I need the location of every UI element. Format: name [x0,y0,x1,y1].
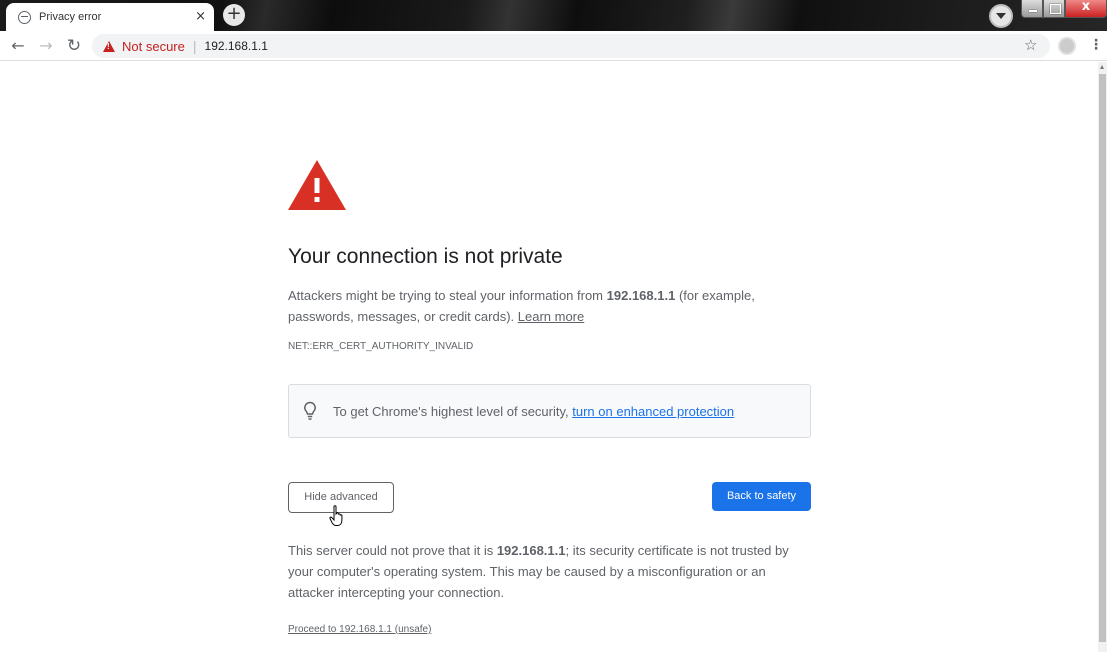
title-bar: Privacy error × + x [0,0,1107,31]
error-code[interactable]: NET::ERR_CERT_AUTHORITY_INVALID [288,341,473,352]
enhanced-protection-link[interactable]: turn on enhanced protection [572,404,734,419]
tab-search-button[interactable] [989,4,1013,28]
warning-triangle-icon[interactable] [103,40,115,52]
security-indicator[interactable]: Not secure [122,39,185,54]
new-tab-button[interactable]: + [223,4,245,26]
main-explanation: Attackers might be trying to steal your … [288,285,812,327]
details-host: 192.168.1.1 [496,543,566,558]
separator: | [192,38,197,54]
url-text[interactable]: 192.168.1.1 [205,39,268,53]
scroll-up-icon[interactable] [1100,65,1104,69]
browser-toolbar: ← → ↻ Not secure | 192.168.1.1 ☆ ⋮ [0,31,1107,61]
enhanced-protection-prefix: To get Chrome's highest level of securit… [333,403,573,419]
learn-more-link[interactable]: Learn more [518,309,584,324]
scrollbar[interactable] [1098,62,1107,652]
close-icon: x [1081,0,1091,14]
enhanced-protection-box: To get Chrome's highest level of securit… [288,384,811,438]
page-title: Your connection is not private [288,245,563,268]
forward-arrow-icon[interactable]: → [36,36,56,56]
minimize-button[interactable] [1021,0,1043,18]
maximize-button[interactable] [1043,0,1065,18]
warning-triangle-icon [288,160,346,210]
close-window-button[interactable]: x [1065,0,1107,18]
scrollbar-thumb[interactable] [1099,74,1106,642]
back-to-safety-button[interactable]: Back to safety [712,482,811,511]
tab-privacy-error[interactable]: Privacy error × [6,3,214,31]
menu-dots-icon[interactable]: ⋮ [1089,37,1103,53]
bookmark-star-icon[interactable]: ☆ [1024,36,1037,54]
tab-title: Privacy error [39,11,102,23]
address-bar[interactable]: Not secure | 192.168.1.1 [92,34,1050,58]
lightbulb-icon [304,401,316,420]
reload-icon[interactable]: ↻ [64,36,84,56]
advanced-details: This server could not prove that it is 1… [288,540,812,603]
back-arrow-icon[interactable]: ← [8,36,28,56]
tab-close-icon[interactable]: × [195,9,206,24]
hand-cursor-icon [329,505,343,526]
enhanced-protection-text: To get Chrome's highest level of securit… [333,404,734,419]
profile-avatar[interactable] [1058,37,1076,55]
details-prefix: This server could not prove that it is [288,543,497,558]
explanation-host: 192.168.1.1 [606,288,676,303]
explanation-prefix: Attackers might be trying to steal your … [288,288,607,303]
globe-icon [18,10,31,24]
proceed-unsafe-link[interactable]: Proceed to 192.168.1.1 (unsafe) [288,624,431,635]
